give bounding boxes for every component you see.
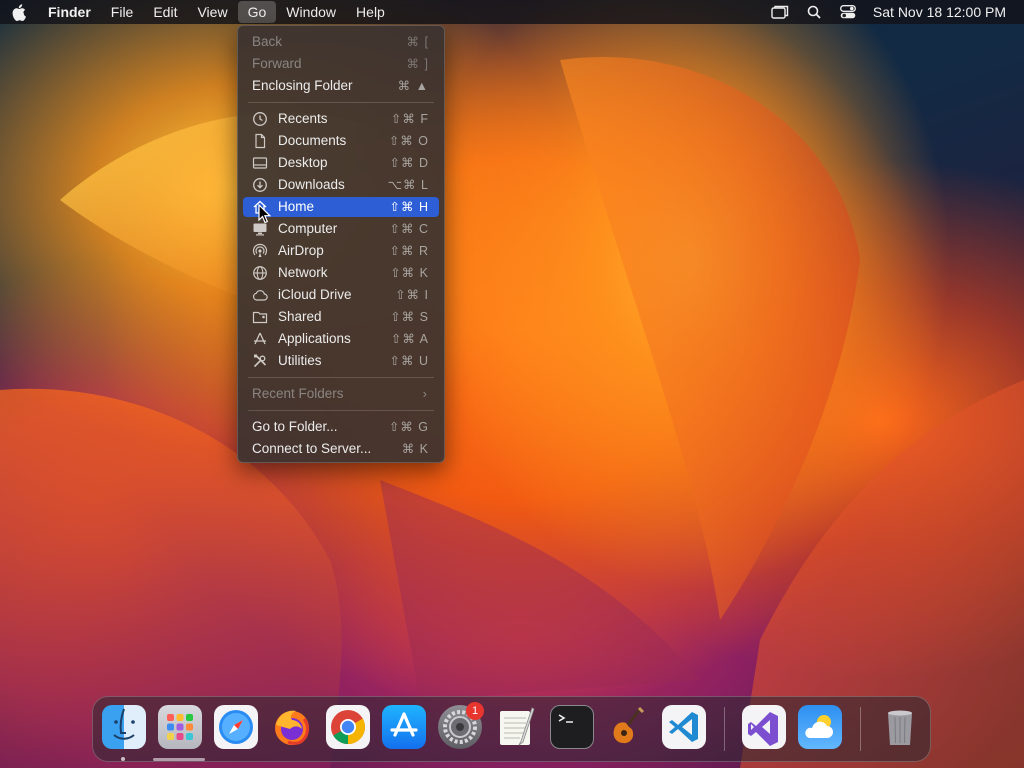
clock-icon: [253, 112, 267, 126]
dock-trash-icon[interactable]: [878, 705, 922, 749]
system-settings-badge: 1: [466, 702, 484, 720]
wallpaper: [0, 56, 1024, 768]
menu-separator: [248, 102, 434, 103]
shortcut-enclosing-folder: ⌘ ▲: [397, 79, 429, 93]
shortcut-documents: ⇧⌘ O: [388, 134, 429, 148]
menu-item-network[interactable]: Network ⇧⌘ K: [243, 263, 439, 283]
menu-item-downloads[interactable]: Downloads ⌥⌘ L: [243, 175, 439, 195]
shortcut-recents: ⇧⌘ F: [390, 112, 429, 126]
menu-item-back[interactable]: Back ⌘ [: [243, 32, 439, 52]
dock-indicator: [153, 758, 205, 761]
shortcut-computer: ⇧⌘ C: [389, 222, 429, 236]
go-menu-dropdown: Back ⌘ [ Forward ⌘ ] Enclosing Folder ⌘ …: [237, 25, 445, 463]
control-center-icon[interactable]: [835, 0, 861, 24]
menu-item-documents[interactable]: Documents ⇧⌘ O: [243, 131, 439, 151]
cloud-icon: [253, 290, 268, 301]
dock-firefox-icon[interactable]: [270, 705, 314, 749]
dock-separator: [724, 707, 725, 751]
dock-textedit-icon[interactable]: [494, 705, 538, 749]
menu-item-shared[interactable]: Shared ⇧⌘ S: [243, 307, 439, 327]
menu-bar: Finder File Edit View Go Window Help Sat…: [0, 0, 1024, 24]
menu-item-recent-folders[interactable]: Recent Folders ›: [243, 384, 439, 404]
shortcut-connect-to-server: ⌘ K: [401, 442, 429, 456]
apple-menu-icon[interactable]: [0, 0, 38, 24]
menu-item-recents[interactable]: Recents ⇧⌘ F: [243, 109, 439, 129]
shared-folder-icon: [252, 311, 268, 324]
document-icon: [255, 133, 266, 149]
tools-icon: [253, 354, 267, 368]
menu-item-applications[interactable]: Applications ⇧⌘ A: [243, 329, 439, 349]
dock-garageband-icon[interactable]: [606, 705, 650, 749]
shortcut-go-to-folder: ⇧⌘ G: [388, 420, 429, 434]
dock-weather-icon[interactable]: [798, 705, 842, 749]
menu-item-icloud-drive[interactable]: iCloud Drive ⇧⌘ I: [243, 285, 439, 305]
menu-help[interactable]: Help: [346, 1, 395, 23]
shortcut-home: ⇧⌘ H: [389, 200, 429, 214]
dock-app-store-icon[interactable]: [382, 705, 426, 749]
dock-vscode-icon[interactable]: [662, 705, 706, 749]
shortcut-airdrop: ⇧⌘ R: [389, 244, 429, 258]
dock-visual-studio-icon[interactable]: [742, 705, 786, 749]
chevron-right-icon: ›: [422, 386, 427, 401]
menu-bar-clock[interactable]: Sat Nov 18 12:00 PM: [873, 4, 1006, 20]
menu-item-enclosing-folder[interactable]: Enclosing Folder ⌘ ▲: [243, 76, 439, 96]
menu-item-desktop[interactable]: Desktop ⇧⌘ D: [243, 153, 439, 173]
spotlight-search-icon[interactable]: [801, 0, 827, 24]
menu-item-connect-to-server[interactable]: Connect to Server... ⌘ K: [243, 439, 439, 459]
menu-item-go-to-folder[interactable]: Go to Folder... ⇧⌘ G: [243, 417, 439, 437]
shortcut-downloads: ⌥⌘ L: [387, 178, 429, 192]
menu-separator: [248, 377, 434, 378]
desktop-icon: [252, 157, 268, 169]
menu-item-forward[interactable]: Forward ⌘ ]: [243, 54, 439, 74]
menu-go[interactable]: Go: [237, 1, 277, 23]
dock-safari-icon[interactable]: [214, 705, 258, 749]
dock-finder-icon[interactable]: [102, 705, 146, 749]
dock-chrome-icon[interactable]: [326, 705, 370, 749]
dock-terminal-icon[interactable]: [550, 705, 594, 749]
menu-finder[interactable]: Finder: [38, 1, 101, 23]
menu-view[interactable]: View: [187, 1, 237, 23]
applications-icon: [254, 332, 266, 345]
mouse-cursor-icon: [258, 204, 272, 224]
shortcut-network: ⇧⌘ K: [390, 266, 429, 280]
globe-icon: [253, 266, 267, 280]
shortcut-forward: ⌘ ]: [406, 57, 429, 71]
shortcut-desktop: ⇧⌘ D: [389, 156, 429, 170]
shortcut-back: ⌘ [: [406, 35, 429, 49]
menu-item-airdrop[interactable]: AirDrop ⇧⌘ R: [243, 241, 439, 261]
download-icon: [253, 178, 267, 192]
menu-window[interactable]: Window: [276, 1, 346, 23]
dock: [92, 696, 931, 762]
menu-separator: [248, 410, 434, 411]
airdrop-icon: [252, 243, 268, 257]
dock-launchpad-icon[interactable]: [158, 705, 202, 749]
menu-edit[interactable]: Edit: [143, 1, 187, 23]
shortcut-applications: ⇧⌘ A: [390, 332, 429, 346]
dock-separator: [860, 707, 861, 751]
shortcut-utilities: ⇧⌘ U: [389, 354, 429, 368]
finder-running-indicator: [121, 757, 125, 761]
menu-file[interactable]: File: [101, 1, 144, 23]
menu-item-computer[interactable]: Computer ⇧⌘ C: [243, 219, 439, 239]
menu-item-home[interactable]: Home ⇧⌘ H: [243, 197, 439, 217]
menu-item-utilities[interactable]: Utilities ⇧⌘ U: [243, 351, 439, 371]
shortcut-icloud-drive: ⇧⌘ I: [395, 288, 429, 302]
shortcut-shared: ⇧⌘ S: [390, 310, 429, 324]
screen-mirroring-icon[interactable]: [767, 0, 793, 24]
